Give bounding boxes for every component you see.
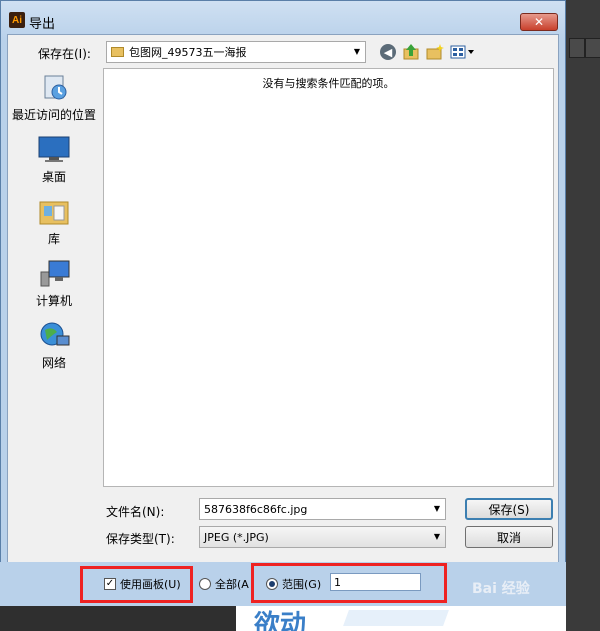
- use-artboards-checkbox[interactable]: ✓ 使用画板(U): [104, 576, 181, 592]
- save-button[interactable]: 保存(S): [465, 498, 553, 520]
- file-name-value: 587638f6c86fc.jpg: [204, 502, 308, 516]
- desktop-icon: [37, 134, 71, 164]
- place-libraries[interactable]: 库: [8, 196, 100, 247]
- artwork-preview: 欲动: [236, 606, 566, 631]
- range-input[interactable]: 1: [330, 573, 421, 591]
- save-in-folder-name: 包图网_49573五一海报: [129, 46, 247, 59]
- view-menu-icon[interactable]: [450, 44, 476, 60]
- all-label: 全部(A: [215, 578, 249, 591]
- place-label: 网络: [41, 356, 66, 370]
- place-network[interactable]: 网络: [8, 320, 100, 371]
- background-toolbar-button: [569, 38, 585, 58]
- close-button[interactable]: ✕: [520, 13, 558, 31]
- save-in-dropdown[interactable]: 包图网_49573五一海报 ▼: [106, 41, 366, 63]
- file-name-label: 文件名(N):: [106, 505, 165, 519]
- libraries-icon: [37, 196, 71, 226]
- network-icon: [37, 320, 71, 350]
- use-artboards-label: 使用画板(U): [120, 578, 181, 591]
- close-icon: ✕: [533, 15, 545, 29]
- place-label: 最近访问的位置: [11, 108, 96, 122]
- folder-icon: [111, 47, 124, 57]
- radio-selected-icon: [266, 578, 278, 590]
- preview-decoration: [343, 610, 449, 626]
- recent-places-icon: [37, 72, 71, 102]
- background-toolbar-button: [585, 38, 600, 58]
- place-label: 计算机: [35, 294, 72, 308]
- radio-unselected-icon: [199, 578, 211, 590]
- save-in-label: 保存在(I):: [38, 47, 91, 61]
- range-label: 范围(G): [282, 578, 322, 591]
- range-radio[interactable]: 范围(G): [266, 576, 321, 592]
- cancel-button[interactable]: 取消: [465, 526, 553, 548]
- up-folder-icon[interactable]: [402, 43, 420, 61]
- save-type-value: JPEG (*.JPG): [204, 530, 269, 544]
- empty-list-message: 没有与搜索条件匹配的项。: [262, 77, 395, 90]
- computer-icon: [37, 258, 71, 288]
- range-value: 1: [334, 575, 341, 589]
- place-recent[interactable]: 最近访问的位置: [8, 72, 100, 123]
- chevron-down-icon: ▼: [433, 532, 440, 541]
- place-desktop[interactable]: 桌面: [8, 134, 100, 185]
- title-bar: Ai 导出 ✕: [1, 1, 567, 35]
- all-radio[interactable]: 全部(A: [199, 576, 249, 592]
- place-computer[interactable]: 计算机: [8, 258, 100, 309]
- watermark: Bai 经验: [472, 581, 530, 597]
- back-icon[interactable]: ◀: [380, 44, 396, 60]
- place-label: 库: [47, 232, 60, 246]
- new-folder-icon[interactable]: [426, 43, 444, 61]
- illustrator-app-icon: Ai: [9, 12, 25, 28]
- checkbox-checked-icon: ✓: [104, 578, 116, 590]
- dialog-title: 导出: [29, 17, 56, 32]
- file-name-input[interactable]: 587638f6c86fc.jpg ▼: [199, 498, 446, 520]
- save-type-label: 保存类型(T):: [106, 532, 175, 546]
- background-app-area: [565, 0, 600, 631]
- file-list[interactable]: 没有与搜索条件匹配的项。: [103, 68, 554, 487]
- places-bar: 最近访问的位置 桌面 库 计算机 网络: [8, 66, 100, 486]
- preview-text: 欲动: [254, 610, 307, 631]
- place-label: 桌面: [41, 170, 66, 184]
- chevron-down-icon: ▼: [353, 47, 360, 56]
- chevron-down-icon: ▼: [433, 504, 440, 513]
- save-type-dropdown[interactable]: JPEG (*.JPG) ▼: [199, 526, 446, 548]
